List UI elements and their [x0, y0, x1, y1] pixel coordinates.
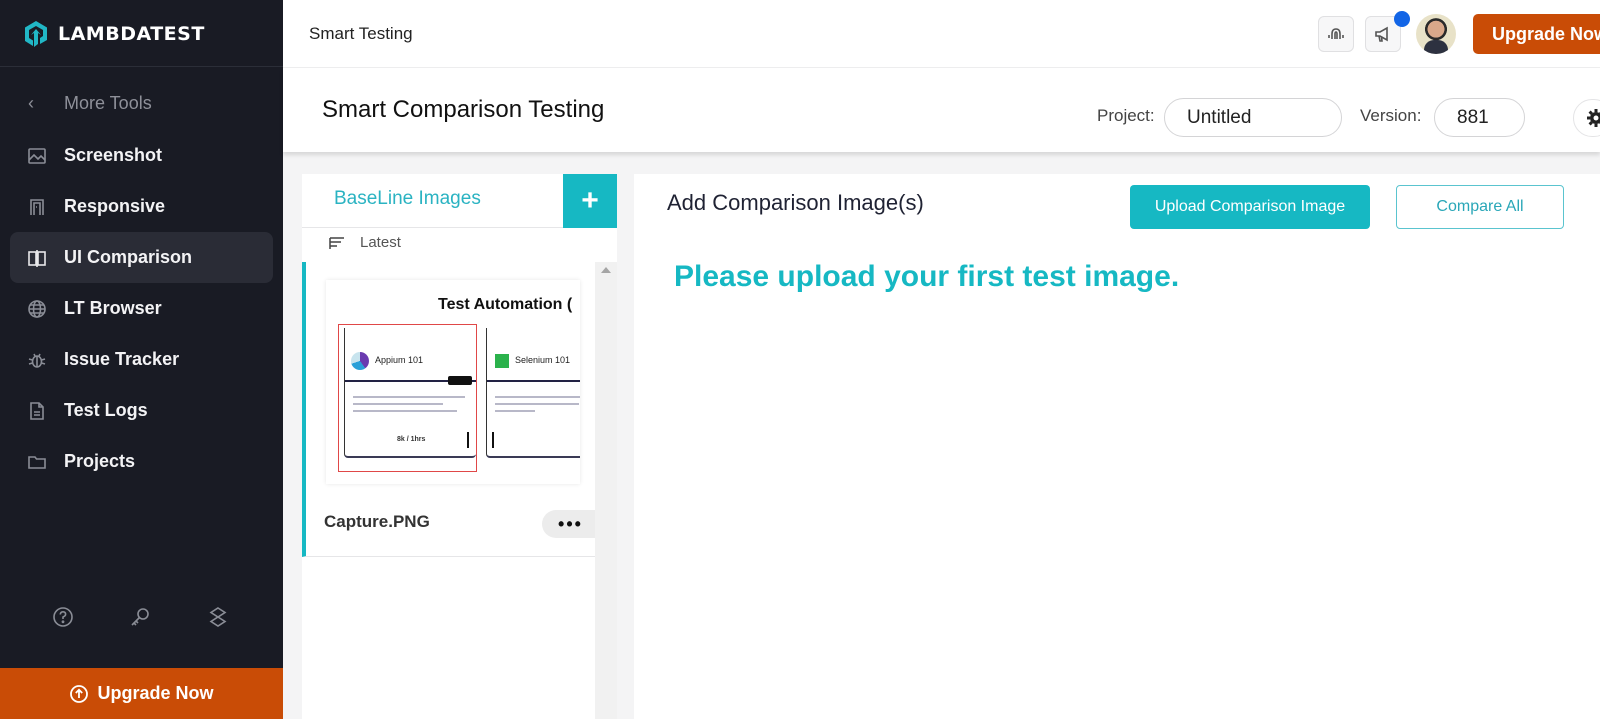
scroll-up-arrow-icon[interactable]	[601, 267, 611, 273]
more-options-button[interactable]: •••	[542, 510, 599, 538]
project-label: Project:	[1097, 106, 1155, 125]
thumbnail-heading: Test Automation (	[438, 296, 573, 313]
upload-comparison-button[interactable]: Upload Comparison Image	[1130, 185, 1370, 229]
brand-logo[interactable]: LAMBDATEST	[22, 18, 205, 50]
lambdatest-logo-icon	[25, 21, 47, 47]
sidebar-divider	[0, 66, 283, 67]
add-baseline-button[interactable]: +	[563, 174, 617, 228]
sidebar: LAMBDATEST ‹ More Tools Screenshot Respo…	[0, 0, 283, 719]
project-field[interactable]: Untitled	[1164, 98, 1342, 137]
folder-icon	[26, 451, 48, 473]
version-label: Version:	[1360, 106, 1422, 125]
sidebar-item-screenshot[interactable]: Screenshot	[10, 130, 273, 181]
empty-state-message: Please upload your first test image.	[674, 260, 1180, 293]
comparison-title: Add Comparison Image(s)	[667, 190, 924, 215]
selenium-logo-icon	[495, 354, 509, 368]
sidebar-item-label: Responsive	[64, 196, 166, 216]
comparison-panel: Add Comparison Image(s) Upload Compariso…	[634, 174, 1600, 719]
sidebar-item-ui-comparison[interactable]: UI Comparison	[10, 232, 273, 283]
baseline-panel: BaseLine Images + Latest Test Automation…	[302, 174, 617, 719]
page-title: Smart Comparison Testing	[322, 96, 605, 123]
sidebar-item-issue-tracker[interactable]: Issue Tracker	[10, 334, 273, 385]
sidebar-footer-icons	[0, 606, 283, 630]
user-avatar[interactable]	[1416, 14, 1456, 54]
baseline-thumbnail[interactable]: Test Automation ( Appium 101 8k / 1hrs S…	[326, 280, 580, 484]
sort-dropdown[interactable]: Latest	[328, 234, 401, 251]
sidebar-item-label: Screenshot	[64, 145, 163, 165]
sidebar-item-projects[interactable]: Projects	[10, 436, 273, 487]
card-text-line	[495, 396, 580, 398]
thumbnail-card: Selenium 101	[486, 328, 580, 458]
card-text-line	[495, 410, 535, 412]
more-tools-label: More Tools	[64, 92, 152, 113]
baseline-header: BaseLine Images +	[302, 174, 617, 228]
breadcrumb: Smart Testing	[309, 24, 413, 43]
sidebar-item-responsive[interactable]: Responsive	[10, 181, 273, 232]
baseline-image-item[interactable]: Test Automation ( Appium 101 8k / 1hrs S…	[302, 262, 599, 557]
top-upgrade-button[interactable]: Upgrade Now	[1473, 14, 1600, 54]
sidebar-item-label: UI Comparison	[64, 247, 193, 267]
image-icon	[26, 145, 48, 167]
sidebar-item-label: Issue Tracker	[64, 349, 180, 369]
compare-icon	[26, 247, 48, 269]
chevron-left-icon: ‹	[28, 92, 34, 113]
announcements-button[interactable]	[1365, 11, 1410, 52]
card-text-line	[495, 403, 579, 405]
help-icon[interactable]	[52, 606, 76, 630]
sidebar-item-label: Projects	[64, 451, 136, 471]
compare-all-button[interactable]: Compare All	[1396, 185, 1564, 229]
selection-highlight	[338, 324, 477, 472]
file-name: Capture.PNG	[324, 512, 430, 531]
version-field[interactable]: 881	[1434, 98, 1525, 137]
signal-button[interactable]	[1318, 16, 1354, 52]
plus-icon: +	[581, 184, 599, 217]
card-marker	[492, 432, 494, 448]
top-bar: Smart Testing Upgrade Now	[283, 0, 1600, 68]
card-divider	[487, 380, 580, 382]
baseline-title: BaseLine Images	[334, 188, 481, 209]
card-name: Selenium 101	[515, 355, 571, 365]
sort-label: Latest	[360, 234, 401, 251]
arrow-up-circle-icon	[70, 684, 89, 703]
megaphone-icon	[1375, 26, 1388, 42]
gear-icon	[1587, 109, 1600, 127]
upgrade-label: Upgrade Now	[97, 683, 214, 703]
sidebar-item-lt-browser[interactable]: LT Browser	[10, 283, 273, 334]
sidebar-item-label: Test Logs	[64, 400, 148, 420]
page-header: Smart Comparison Testing Project: Untitl…	[283, 68, 1600, 152]
baseline-list: Test Automation ( Appium 101 8k / 1hrs S…	[302, 262, 599, 719]
bug-icon	[26, 349, 48, 371]
signal-icon	[1328, 28, 1344, 39]
key-icon[interactable]	[129, 606, 153, 630]
sort-icon	[329, 236, 344, 249]
settings-button[interactable]	[1573, 99, 1600, 137]
notification-badge	[1394, 11, 1410, 27]
sidebar-item-label: LT Browser	[64, 298, 162, 318]
sidebar-item-test-logs[interactable]: Test Logs	[10, 385, 273, 436]
integrations-icon[interactable]	[207, 606, 231, 630]
baseline-scrollbar[interactable]	[595, 262, 617, 719]
more-tools-link[interactable]: ‹ More Tools	[28, 90, 152, 116]
responsive-icon	[26, 196, 48, 218]
brand-name: LAMBDATEST	[58, 23, 205, 45]
sidebar-nav: Screenshot Responsive UI Comparison LT B…	[10, 130, 273, 487]
globe-icon	[26, 298, 48, 320]
sidebar-upgrade-button[interactable]: Upgrade Now	[0, 668, 283, 719]
document-icon	[26, 400, 48, 422]
